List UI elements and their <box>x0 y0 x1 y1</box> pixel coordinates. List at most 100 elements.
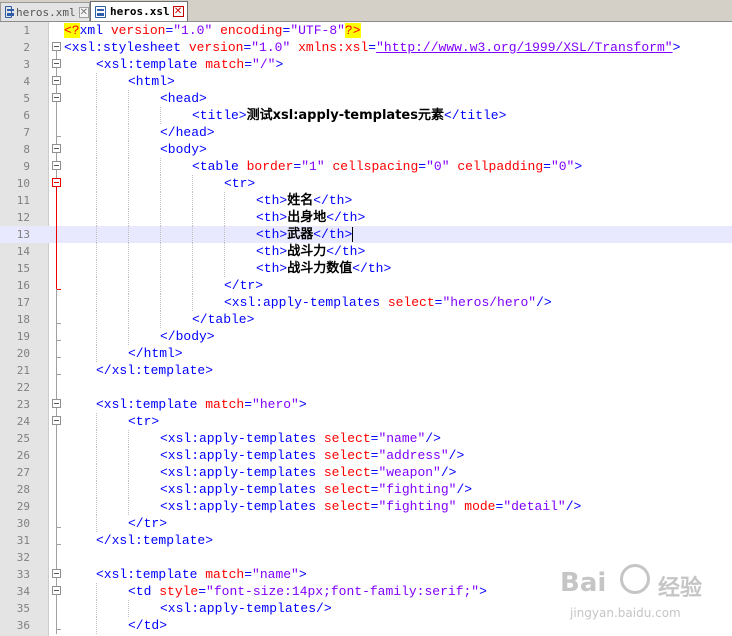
code-text: <xsl:apply-templates select="weapon"/> <box>160 464 456 481</box>
token-val: "weapon" <box>378 465 441 480</box>
token-tag: > <box>275 57 284 72</box>
indent-guide <box>128 209 129 226</box>
token-tag: <html> <box>128 74 175 89</box>
indent-guide <box>128 600 129 617</box>
code-line[interactable]: 12 <th>出身地</th> <box>0 209 732 226</box>
token-text: 武器 <box>287 227 314 242</box>
fold-line <box>56 260 57 277</box>
fold-line <box>56 328 57 340</box>
code-line[interactable]: 26 <xsl:apply-templates select="address"/… <box>0 447 732 464</box>
code-line[interactable]: 35 <xsl:apply-templates/> <box>0 600 732 617</box>
line-number: 28 <box>16 483 30 496</box>
token-tag: </html> <box>128 346 183 361</box>
code-line[interactable]: 4 <html> <box>0 73 732 90</box>
token-attr: style <box>159 584 199 599</box>
tab-heros-xsl[interactable]: heros.xsl ✕ <box>90 1 188 21</box>
code-line[interactable]: 27 <xsl:apply-templates select="weapon"/> <box>0 464 732 481</box>
code-line[interactable]: 32 <box>0 549 732 566</box>
code-line[interactable]: 36 </td> <box>0 617 732 634</box>
code-editor[interactable]: 1 <?xml version="1.0" encoding="UTF-8"?> 2… <box>0 22 732 636</box>
code-line[interactable]: 2 <xsl:stylesheet version = "1.0" xmlns:xsl… <box>0 39 732 56</box>
code-line[interactable]: 6 <title>测试xsl:apply-templates元素</title> <box>0 107 732 124</box>
code-line[interactable]: 31 </xsl:template> <box>0 532 732 549</box>
code-line[interactable]: 25 <xsl:apply-templates select="name"/> <box>0 430 732 447</box>
code-line[interactable]: 28 <xsl:apply-templates select="fighting"… <box>0 481 732 498</box>
indent-guide <box>160 158 161 175</box>
token-pi: <? <box>64 23 80 38</box>
fold-minus-icon[interactable] <box>52 42 61 51</box>
fold-minus-icon[interactable] <box>52 161 61 170</box>
code-line[interactable]: 3 <xsl:template match="/"> <box>0 56 732 73</box>
indent-guide <box>96 515 97 532</box>
fold-line <box>56 158 57 161</box>
token-tag: > <box>298 567 307 582</box>
code-line[interactable]: 13 <th>武器</th> <box>0 226 732 243</box>
token-val: "fighting" <box>378 482 457 497</box>
code-line[interactable]: 29 <xsl:apply-templates select="fighting"… <box>0 498 732 515</box>
code-text: <xsl:apply-templates select="name"/> <box>160 430 441 447</box>
token-pi: ?> <box>344 23 361 38</box>
code-line[interactable]: 23 <xsl:template match="hero"> <box>0 396 732 413</box>
fold-minus-icon[interactable] <box>52 59 61 68</box>
tab-label: heros.xsl <box>110 5 170 18</box>
code-line[interactable]: 1 <?xml version="1.0" encoding="UTF-8"?> <box>0 22 732 39</box>
indent-guide <box>160 209 161 226</box>
code-line[interactable]: 17 <xsl:apply-templates select="heros/her… <box>0 294 732 311</box>
code-line[interactable]: 20 </html> <box>0 345 732 362</box>
token-tag <box>290 40 298 55</box>
code-line[interactable]: 14 <th>战斗力</th> <box>0 243 732 260</box>
token-url[interactable]: "http://www.w3.org/1999/XSL/Transform" <box>376 40 672 55</box>
code-line[interactable]: 8 <body> <box>0 141 732 158</box>
close-tab-icon[interactable]: ✕ <box>172 6 184 17</box>
code-line[interactable]: 21 </xsl:template> <box>0 362 732 379</box>
code-line[interactable]: 19 </body> <box>0 328 732 345</box>
token-tag: > <box>672 40 681 55</box>
tab-bar: heros.xml ✕ heros.xsl ✕ <box>0 0 732 22</box>
code-text: <?xml version="1.0" encoding="UTF-8"?> <box>64 22 361 39</box>
code-line[interactable]: 15 <th>战斗力数值</th> <box>0 260 732 277</box>
code-line[interactable]: 16 </tr> <box>0 277 732 294</box>
fold-minus-icon[interactable] <box>52 76 61 85</box>
code-line[interactable]: 9 <table border="1" cellspacing="0" cellp… <box>0 158 732 175</box>
fold-minus-icon[interactable] <box>52 416 61 425</box>
code-line[interactable]: 7 </head> <box>0 124 732 141</box>
code-line[interactable]: 24 <tr> <box>0 413 732 430</box>
code-text: <table border="1" cellspacing="0" cellpa… <box>192 158 582 175</box>
code-line[interactable]: 11 <th>姓名</th> <box>0 192 732 209</box>
fold-line <box>56 294 57 311</box>
code-text: <xsl:stylesheet version="1.0" xmlns:xsl=… <box>64 39 680 56</box>
fold-line <box>56 226 57 243</box>
code-line[interactable]: 33 <xsl:template match="name"> <box>0 566 732 583</box>
fold-minus-icon[interactable] <box>52 144 61 153</box>
token-tag: </th> <box>326 244 366 259</box>
code-line[interactable]: 5 <head> <box>0 90 732 107</box>
code-line[interactable]: 18 </table> <box>0 311 732 328</box>
line-number: 26 <box>16 449 30 462</box>
code-line[interactable]: 10 <tr> <box>0 175 732 192</box>
token-tag: <th> <box>256 261 288 276</box>
indent-guide <box>96 311 97 328</box>
token-attr: version <box>188 40 244 55</box>
token-tag: </th> <box>313 227 353 242</box>
line-number: 36 <box>16 619 30 632</box>
token-tag: <xsl:template <box>96 567 206 582</box>
code-line[interactable]: 30 </tr> <box>0 515 732 532</box>
fold-minus-icon[interactable] <box>52 93 61 102</box>
tab-heros-xml[interactable]: heros.xml ✕ <box>0 2 90 21</box>
indent-guide <box>128 277 129 294</box>
code-line[interactable]: 22 <box>0 379 732 396</box>
fold-minus-icon[interactable] <box>52 569 61 578</box>
fold-minus-icon[interactable] <box>52 399 61 408</box>
line-number: 12 <box>16 211 30 224</box>
line-number: 4 <box>23 75 30 88</box>
token-attr: xmlns:xsl <box>298 40 369 55</box>
fold-line <box>56 566 57 569</box>
code-text: <xsl:template match="name"> <box>96 566 307 583</box>
fold-line <box>56 141 57 144</box>
code-text: </body> <box>160 328 215 345</box>
fold-minus-icon[interactable] <box>52 586 61 595</box>
code-line[interactable]: 34 <td style="font-size:14px;font-family:… <box>0 583 732 600</box>
indent-guide <box>192 226 193 243</box>
fold-minus-icon[interactable] <box>52 178 61 187</box>
close-tab-icon[interactable]: ✕ <box>78 6 89 18</box>
